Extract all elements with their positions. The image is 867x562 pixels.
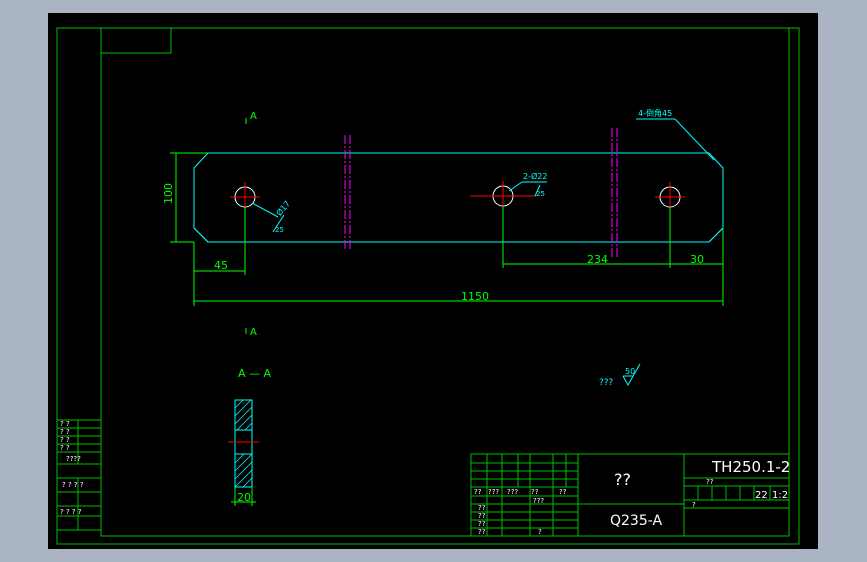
svg-text:A: A (250, 111, 257, 122)
title-block-label: ?? (478, 528, 486, 536)
title-block-label: ??? (533, 497, 544, 505)
title-block-label: ?? (478, 512, 486, 520)
title-block-label: ?? (478, 504, 486, 512)
dim-section-thickness: 20 (237, 491, 251, 504)
title-block-label: ??? (488, 488, 499, 496)
left-strip-label: ? ? (60, 420, 70, 428)
drawing-number: TH250.1-2 (711, 458, 790, 476)
title-block-label: ? (538, 528, 542, 536)
svg-text:25: 25 (536, 190, 545, 198)
svg-text:45: 45 (214, 259, 228, 272)
title-block-label: ? (692, 501, 696, 509)
svg-text:30: 30 (690, 253, 704, 266)
svg-text:100: 100 (162, 183, 175, 204)
left-strip-label: ? ? (60, 428, 70, 436)
title-block-label: ?? (478, 520, 486, 528)
svg-text:25: 25 (275, 226, 284, 234)
svg-text:???: ??? (599, 378, 614, 388)
cad-drawing: ? ? ? ? ? ? ? ? ???? ? ? ? ? ? ? ? ? A A (48, 13, 818, 549)
left-strip-label: ? ? (60, 444, 70, 452)
svg-text:234: 234 (587, 253, 608, 266)
svg-text:50: 50 (625, 367, 635, 376)
part-name: ?? (614, 470, 631, 489)
svg-text:4-倒角45: 4-倒角45 (638, 108, 672, 118)
section-title: A — A (238, 367, 272, 380)
title-block-label: ?? (531, 488, 539, 496)
svg-text:A: A (250, 327, 257, 338)
title-block-label: ?? (706, 478, 714, 486)
left-strip-label: ? ? ? ? (62, 481, 84, 489)
svg-text:1150: 1150 (461, 290, 489, 303)
left-strip-label: ???? (66, 455, 81, 463)
title-block-label: ?? (559, 488, 567, 496)
title-block-label: ??? (507, 488, 518, 496)
left-strip-label: ? ? (60, 436, 70, 444)
title-block-label: ?? (474, 488, 482, 496)
quantity: 22 (755, 490, 768, 501)
scale: 1:2 (772, 490, 788, 501)
material: Q235-A (610, 513, 662, 529)
svg-text:2-Ø22: 2-Ø22 (523, 171, 547, 181)
left-strip-label: ? ? ? ? (60, 508, 82, 516)
drawing-canvas (48, 13, 818, 549)
